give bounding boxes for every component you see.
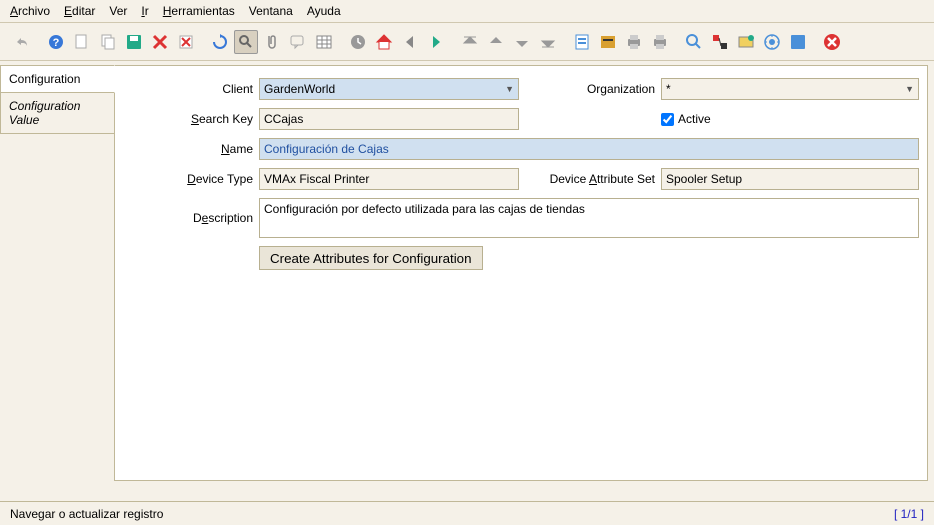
- menu-ventana[interactable]: Ventana: [249, 4, 293, 18]
- grid-toggle-icon[interactable]: [312, 30, 336, 54]
- close-icon[interactable]: [820, 30, 844, 54]
- new-icon[interactable]: [70, 30, 94, 54]
- input-name[interactable]: [264, 142, 914, 156]
- menu-editar[interactable]: Editar: [64, 4, 95, 18]
- forward-icon[interactable]: [424, 30, 448, 54]
- status-bar: Navegar o actualizar registro [ 1/1 ]: [0, 501, 934, 525]
- history-icon[interactable]: [346, 30, 370, 54]
- chat-icon[interactable]: [286, 30, 310, 54]
- save-icon[interactable]: [122, 30, 146, 54]
- prev-icon[interactable]: [484, 30, 508, 54]
- field-client-value: GardenWorld: [264, 82, 335, 96]
- field-device-type[interactable]: VMAx Fiscal Printer: [259, 168, 519, 190]
- label-description: Description: [123, 211, 253, 225]
- create-attributes-button[interactable]: Create Attributes for Configuration: [259, 246, 483, 270]
- delete-selection-icon[interactable]: [174, 30, 198, 54]
- record-pager[interactable]: [ 1/1 ]: [894, 507, 924, 521]
- label-device-type: Device Type: [123, 172, 253, 186]
- menu-ir[interactable]: Ir: [141, 4, 148, 18]
- field-device-attribute-set[interactable]: Spooler Setup: [661, 168, 919, 190]
- active-wf-icon[interactable]: [708, 30, 732, 54]
- print-icon[interactable]: [648, 30, 672, 54]
- copy-icon[interactable]: [96, 30, 120, 54]
- menu-ver[interactable]: Ver: [109, 4, 127, 18]
- field-organization-value: *: [666, 82, 671, 96]
- zoom-across-icon[interactable]: [682, 30, 706, 54]
- dropdown-arrow-icon: ▼: [505, 84, 514, 94]
- body-area: Configuration Configuration Value Client…: [0, 61, 934, 481]
- field-device-type-value: VMAx Fiscal Printer: [264, 172, 369, 186]
- tab-configuration-value[interactable]: Configuration Value: [0, 92, 115, 134]
- back-icon[interactable]: [398, 30, 422, 54]
- menu-ayuda[interactable]: Ayuda: [307, 4, 341, 18]
- tab-configuration[interactable]: Configuration: [0, 65, 115, 93]
- form-panel: Client GardenWorld ▼ Organization * ▼ Se…: [114, 65, 928, 481]
- delete-icon[interactable]: [148, 30, 172, 54]
- refresh-icon[interactable]: [208, 30, 232, 54]
- first-icon[interactable]: [458, 30, 482, 54]
- archive-icon[interactable]: [596, 30, 620, 54]
- undo-icon[interactable]: [10, 30, 34, 54]
- label-name: Name: [123, 142, 253, 156]
- label-device-attribute-set: Device Attribute Set: [525, 172, 655, 186]
- svg-text:?: ?: [53, 37, 60, 49]
- dropdown-arrow-icon: ▼: [905, 84, 914, 94]
- workflow-icon[interactable]: [786, 30, 810, 54]
- checkbox-active[interactable]: Active: [661, 112, 711, 126]
- status-text: Navegar o actualizar registro: [10, 507, 163, 521]
- menu-archivo[interactable]: Archivo: [10, 4, 50, 18]
- field-device-attribute-set-value: Spooler Setup: [666, 172, 742, 186]
- field-search-key[interactable]: [259, 108, 519, 130]
- tab-strip: Configuration Configuration Value: [0, 61, 115, 481]
- checkbox-active-label: Active: [678, 112, 711, 126]
- checkbox-active-box[interactable]: [661, 113, 674, 126]
- product-info-icon[interactable]: [760, 30, 784, 54]
- next-icon[interactable]: [510, 30, 534, 54]
- lookup-icon[interactable]: [234, 30, 258, 54]
- attachment-icon[interactable]: [260, 30, 284, 54]
- report-icon[interactable]: [570, 30, 594, 54]
- menubar: Archivo Editar Ver Ir Herramientas Venta…: [0, 0, 934, 23]
- print-preview-icon[interactable]: [622, 30, 646, 54]
- home-icon[interactable]: [372, 30, 396, 54]
- field-client[interactable]: GardenWorld ▼: [259, 78, 519, 100]
- label-search-key: Search Key: [123, 112, 253, 126]
- requests-icon[interactable]: [734, 30, 758, 54]
- input-search-key[interactable]: [264, 112, 514, 126]
- last-icon[interactable]: [536, 30, 560, 54]
- help-icon[interactable]: ?: [44, 30, 68, 54]
- menu-herramientas[interactable]: Herramientas: [163, 4, 235, 18]
- label-client: Client: [123, 82, 253, 96]
- input-description: Configuración por defecto utilizada para…: [264, 202, 585, 216]
- label-organization: Organization: [525, 82, 655, 96]
- field-name[interactable]: [259, 138, 919, 160]
- field-organization[interactable]: * ▼: [661, 78, 919, 100]
- toolbar: ?: [0, 23, 934, 61]
- field-description[interactable]: Configuración por defecto utilizada para…: [259, 198, 919, 238]
